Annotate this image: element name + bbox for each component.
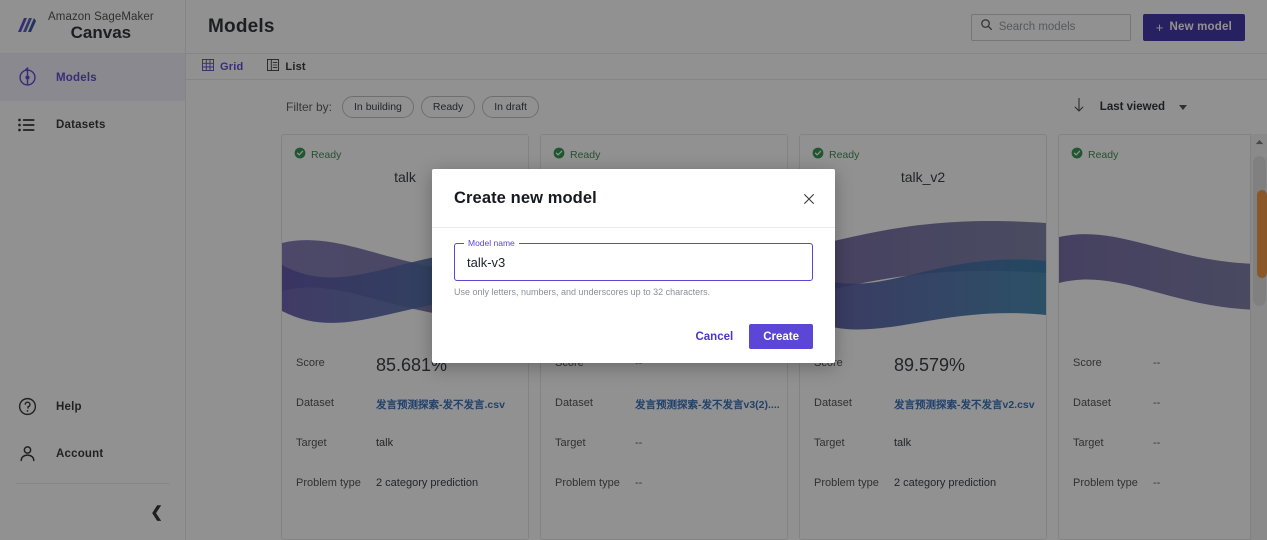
model-name-field[interactable]: Model name: [454, 238, 813, 281]
close-icon[interactable]: [799, 189, 819, 209]
dialog-body: Model name Use only letters, numbers, an…: [432, 228, 835, 297]
app-root: Amazon SageMaker Canvas Models: [0, 0, 1267, 540]
dialog-actions: Cancel Create: [695, 324, 813, 349]
dialog-header: Create new model: [432, 169, 835, 228]
model-name-legend: Model name: [464, 238, 519, 248]
cancel-button[interactable]: Cancel: [695, 331, 733, 343]
dialog-title: Create new model: [454, 188, 597, 207]
model-name-help-text: Use only letters, numbers, and underscor…: [454, 287, 711, 297]
create-button[interactable]: Create: [749, 324, 813, 349]
create-new-model-dialog: Create new model Model name Use only let…: [432, 169, 835, 363]
model-name-input[interactable]: [455, 254, 812, 270]
